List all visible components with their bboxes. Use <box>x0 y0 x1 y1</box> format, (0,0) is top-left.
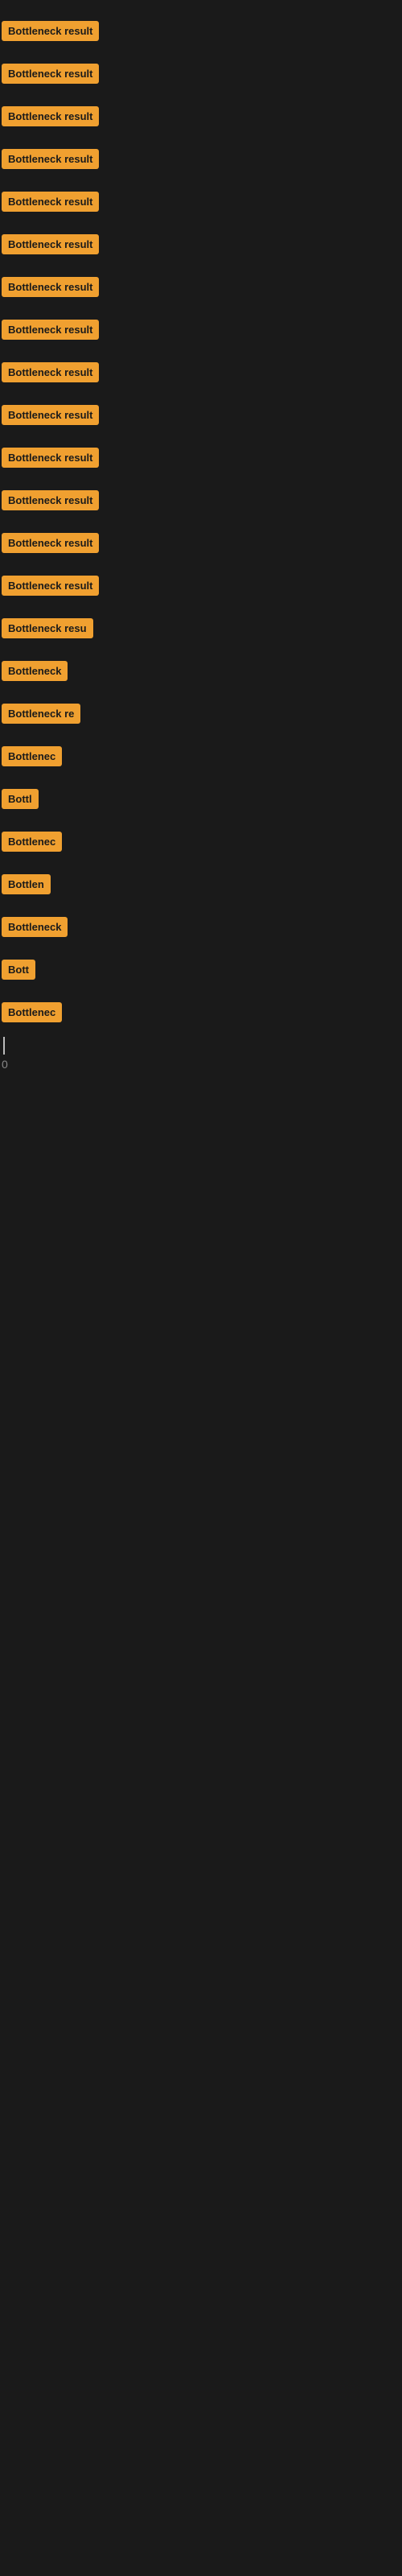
cursor-indicator <box>3 1037 5 1055</box>
bottleneck-badge-10: Bottleneck result <box>2 405 99 425</box>
bottleneck-badge-7: Bottleneck result <box>2 277 99 297</box>
bottleneck-item-7: Bottleneck result <box>2 266 402 308</box>
bottleneck-item-13: Bottleneck result <box>2 522 402 564</box>
items-container: Bottleneck result Bottleneck result Bottle… <box>0 8 402 1034</box>
bottleneck-item-17: Bottleneck re <box>2 692 402 735</box>
bottleneck-badge-4: Bottleneck result <box>2 149 99 169</box>
bottleneck-item-21: Bottlen <box>2 863 402 906</box>
bottleneck-item-12: Bottleneck result <box>2 479 402 522</box>
bottleneck-item-15: Bottleneck resu <box>2 607 402 650</box>
bottleneck-badge-6: Bottleneck result <box>2 234 99 254</box>
bottleneck-badge-18: Bottlenec <box>2 746 62 766</box>
bottleneck-item-10: Bottleneck result <box>2 394 402 436</box>
bottleneck-badge-8: Bottleneck result <box>2 320 99 340</box>
trailing-char: 0 <box>0 1055 402 1074</box>
bottleneck-item-16: Bottleneck <box>2 650 402 692</box>
bottleneck-badge-24: Bottlenec <box>2 1002 62 1022</box>
bottleneck-item-20: Bottlenec <box>2 820 402 863</box>
bottleneck-badge-11: Bottleneck result <box>2 448 99 468</box>
page-wrapper: Bottleneck result Bottleneck result Bottle… <box>0 0 402 2576</box>
bottleneck-item-19: Bottl <box>2 778 402 820</box>
bottleneck-badge-17: Bottleneck re <box>2 704 80 724</box>
bottleneck-badge-23: Bott <box>2 960 35 980</box>
bottleneck-badge-13: Bottleneck result <box>2 533 99 553</box>
bottleneck-badge-14: Bottleneck result <box>2 576 99 596</box>
bottleneck-item-9: Bottleneck result <box>2 351 402 394</box>
site-header <box>0 0 402 8</box>
bottleneck-item-24: Bottlenec <box>2 991 402 1034</box>
bottleneck-badge-15: Bottleneck resu <box>2 618 93 638</box>
bottleneck-badge-22: Bottleneck <box>2 917 68 937</box>
bottleneck-item-11: Bottleneck result <box>2 436 402 479</box>
bottleneck-badge-3: Bottleneck result <box>2 106 99 126</box>
bottleneck-item-5: Bottleneck result <box>2 180 402 223</box>
bottleneck-badge-5: Bottleneck result <box>2 192 99 212</box>
bottleneck-item-8: Bottleneck result <box>2 308 402 351</box>
bottleneck-badge-9: Bottleneck result <box>2 362 99 382</box>
bottleneck-item-4: Bottleneck result <box>2 138 402 180</box>
bottleneck-item-22: Bottleneck <box>2 906 402 948</box>
bottleneck-badge-12: Bottleneck result <box>2 490 99 510</box>
bottleneck-item-6: Bottleneck result <box>2 223 402 266</box>
bottleneck-badge-21: Bottlen <box>2 874 51 894</box>
bottleneck-badge-16: Bottleneck <box>2 661 68 681</box>
bottleneck-item-1: Bottleneck result <box>2 10 402 52</box>
bottleneck-badge-20: Bottlenec <box>2 832 62 852</box>
bottleneck-item-14: Bottleneck result <box>2 564 402 607</box>
bottleneck-item-2: Bottleneck result <box>2 52 402 95</box>
bottleneck-item-3: Bottleneck result <box>2 95 402 138</box>
bottleneck-item-23: Bott <box>2 948 402 991</box>
bottleneck-item-18: Bottlenec <box>2 735 402 778</box>
bottleneck-badge-2: Bottleneck result <box>2 64 99 84</box>
bottleneck-badge-1: Bottleneck result <box>2 21 99 41</box>
bottleneck-badge-19: Bottl <box>2 789 39 809</box>
